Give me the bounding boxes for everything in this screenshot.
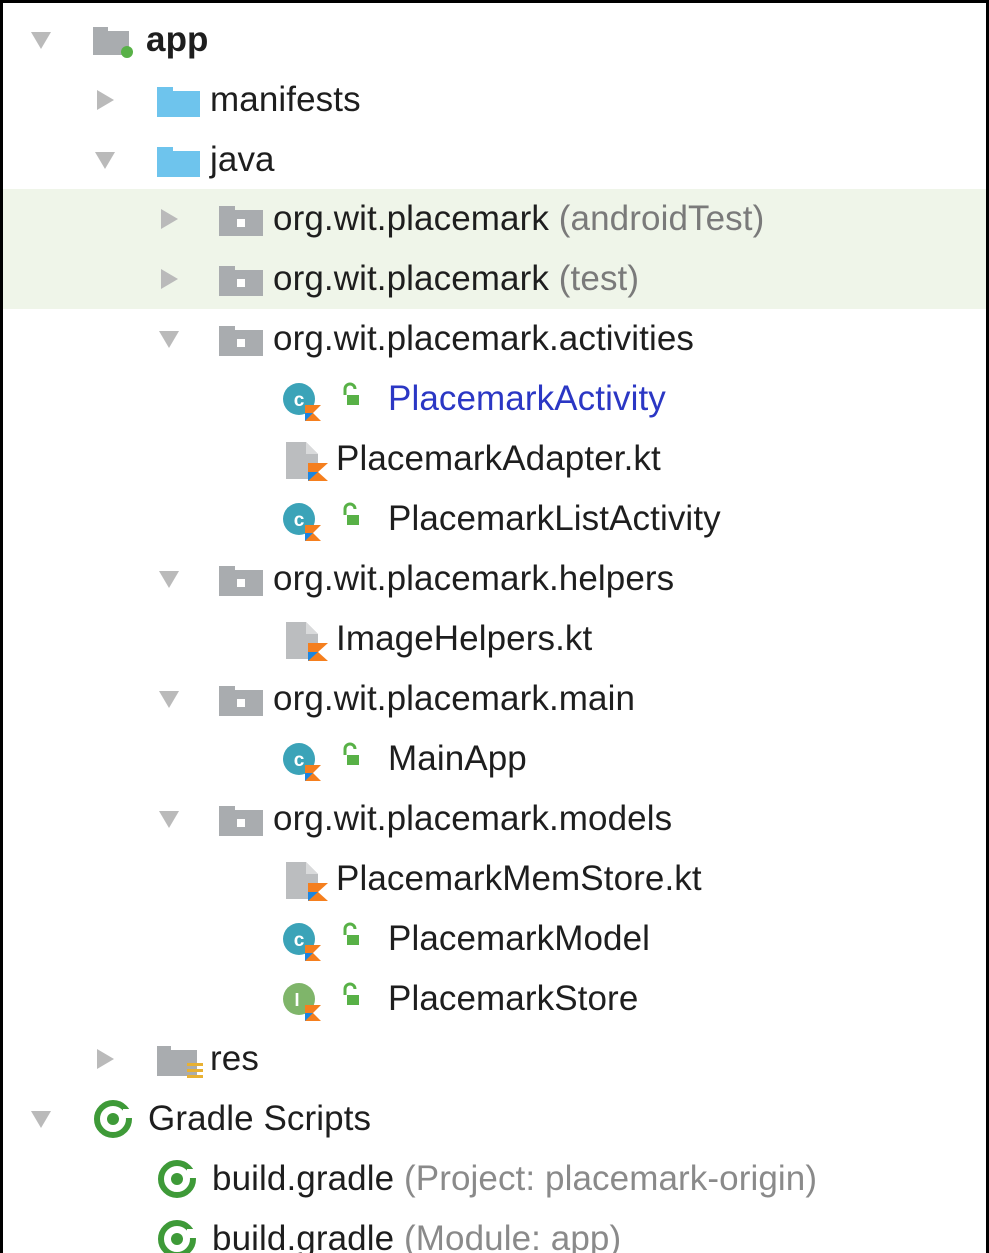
tree-item-placemark-store[interactable]: I PlacemarkStore (3, 969, 986, 1029)
project-tree: app manifests java org.wit.placemark (an… (0, 0, 989, 1253)
svg-text:I: I (294, 990, 299, 1010)
kotlin-file-icon (284, 849, 334, 909)
package-icon (217, 789, 267, 849)
package-icon (217, 189, 267, 249)
tree-item-manifests[interactable]: manifests (3, 70, 986, 130)
svg-text:c: c (294, 930, 305, 951)
tree-item-label: org.wit.placemark (test) (273, 259, 640, 298)
tree-item-suffix: (test) (558, 259, 640, 298)
package-icon (217, 669, 267, 729)
tree-item-build-gradle-project[interactable]: build.gradle (Project: placemark-origin) (3, 1149, 986, 1209)
collapse-arrow-icon[interactable] (161, 269, 178, 289)
tree-item-label: PlacemarkMemStore.kt (336, 859, 702, 898)
collapse-arrow-icon[interactable] (97, 1049, 114, 1069)
tree-item-package-helpers[interactable]: org.wit.placemark.helpers (3, 549, 986, 609)
tree-item-label: res (210, 1039, 259, 1078)
kotlin-class-icon: c (281, 369, 381, 429)
tree-item-suffix: (Project: placemark-origin) (404, 1159, 818, 1198)
collapse-arrow-icon[interactable] (161, 209, 178, 229)
tree-item-main-app[interactable]: c MainApp (3, 729, 986, 789)
kotlin-class-icon: c (281, 489, 381, 549)
tree-item-placemark-model[interactable]: c PlacemarkModel (3, 909, 986, 969)
kotlin-file-icon (284, 429, 334, 489)
folder-icon (155, 70, 203, 130)
tree-item-build-gradle-module[interactable]: build.gradle (Module: app) (3, 1209, 986, 1253)
expand-arrow-icon[interactable] (159, 691, 179, 708)
tree-item-suffix: (androidTest) (558, 199, 765, 238)
kotlin-interface-icon: I (281, 969, 381, 1029)
tree-item-label: PlacemarkModel (388, 919, 651, 958)
svg-text:c: c (294, 750, 305, 771)
tree-item-label: build.gradle (Module: app) (212, 1209, 621, 1253)
tree-item-package-android-test[interactable]: org.wit.placemark (androidTest) (3, 189, 986, 249)
gradle-icon (155, 1209, 205, 1253)
resource-folder-icon (155, 1029, 209, 1089)
tree-item-placemark-mem-store[interactable]: PlacemarkMemStore.kt (3, 849, 986, 909)
expand-arrow-icon[interactable] (159, 331, 179, 348)
tree-item-placemark-adapter[interactable]: PlacemarkAdapter.kt (3, 429, 986, 489)
tree-item-label: org.wit.placemark (androidTest) (273, 199, 765, 238)
tree-item-label: PlacemarkListActivity (388, 499, 721, 538)
tree-item-package-activities[interactable]: org.wit.placemark.activities (3, 309, 986, 369)
tree-item-res[interactable]: res (3, 1029, 986, 1089)
svg-text:c: c (294, 390, 305, 411)
tree-item-gradle-scripts[interactable]: Gradle Scripts (3, 1089, 986, 1149)
expand-arrow-icon[interactable] (31, 1111, 51, 1128)
tree-item-placemark-activity[interactable]: c PlacemarkActivity (3, 369, 986, 429)
tree-item-app[interactable]: app (3, 10, 986, 70)
tree-item-image-helpers[interactable]: ImageHelpers.kt (3, 609, 986, 669)
tree-item-package-main[interactable]: org.wit.placemark.main (3, 669, 986, 729)
tree-item-label: org.wit.placemark.main (273, 679, 636, 718)
tree-item-label: org.wit.placemark.helpers (273, 559, 675, 598)
tree-item-label: build.gradle (Project: placemark-origin) (212, 1159, 818, 1198)
tree-item-label: Gradle Scripts (148, 1099, 372, 1138)
tree-item-suffix: (Module: app) (404, 1219, 622, 1253)
tree-item-label: PlacemarkAdapter.kt (336, 439, 661, 478)
expand-arrow-icon[interactable] (31, 32, 51, 49)
tree-item-label: manifests (210, 80, 361, 119)
package-icon (217, 249, 267, 309)
package-icon (217, 309, 267, 369)
gradle-icon (155, 1149, 205, 1209)
collapse-arrow-icon[interactable] (97, 90, 114, 110)
tree-item-label: PlacemarkActivity (388, 379, 666, 418)
expand-arrow-icon[interactable] (159, 571, 179, 588)
tree-item-label: ImageHelpers.kt (336, 619, 593, 658)
tree-item-java[interactable]: java (3, 130, 986, 190)
tree-item-label: MainApp (388, 739, 527, 778)
tree-item-label: org.wit.placemark.models (273, 799, 673, 838)
kotlin-file-icon (284, 609, 334, 669)
kotlin-class-icon: c (281, 909, 381, 969)
tree-item-label: java (210, 140, 275, 179)
gradle-icon (91, 1089, 141, 1149)
kotlin-class-icon: c (281, 729, 381, 789)
expand-arrow-icon[interactable] (95, 152, 115, 169)
svg-text:c: c (294, 510, 305, 531)
tree-item-package-models[interactable]: org.wit.placemark.models (3, 789, 986, 849)
tree-item-placemark-list-activity[interactable]: c PlacemarkListActivity (3, 489, 986, 549)
tree-item-label: PlacemarkStore (388, 979, 639, 1018)
app-module-icon (91, 10, 137, 70)
tree-item-label: org.wit.placemark.activities (273, 319, 694, 358)
expand-arrow-icon[interactable] (159, 811, 179, 828)
package-icon (217, 549, 267, 609)
folder-icon (155, 130, 203, 190)
tree-item-package-test[interactable]: org.wit.placemark (test) (3, 249, 986, 309)
tree-item-label: app (146, 20, 209, 59)
